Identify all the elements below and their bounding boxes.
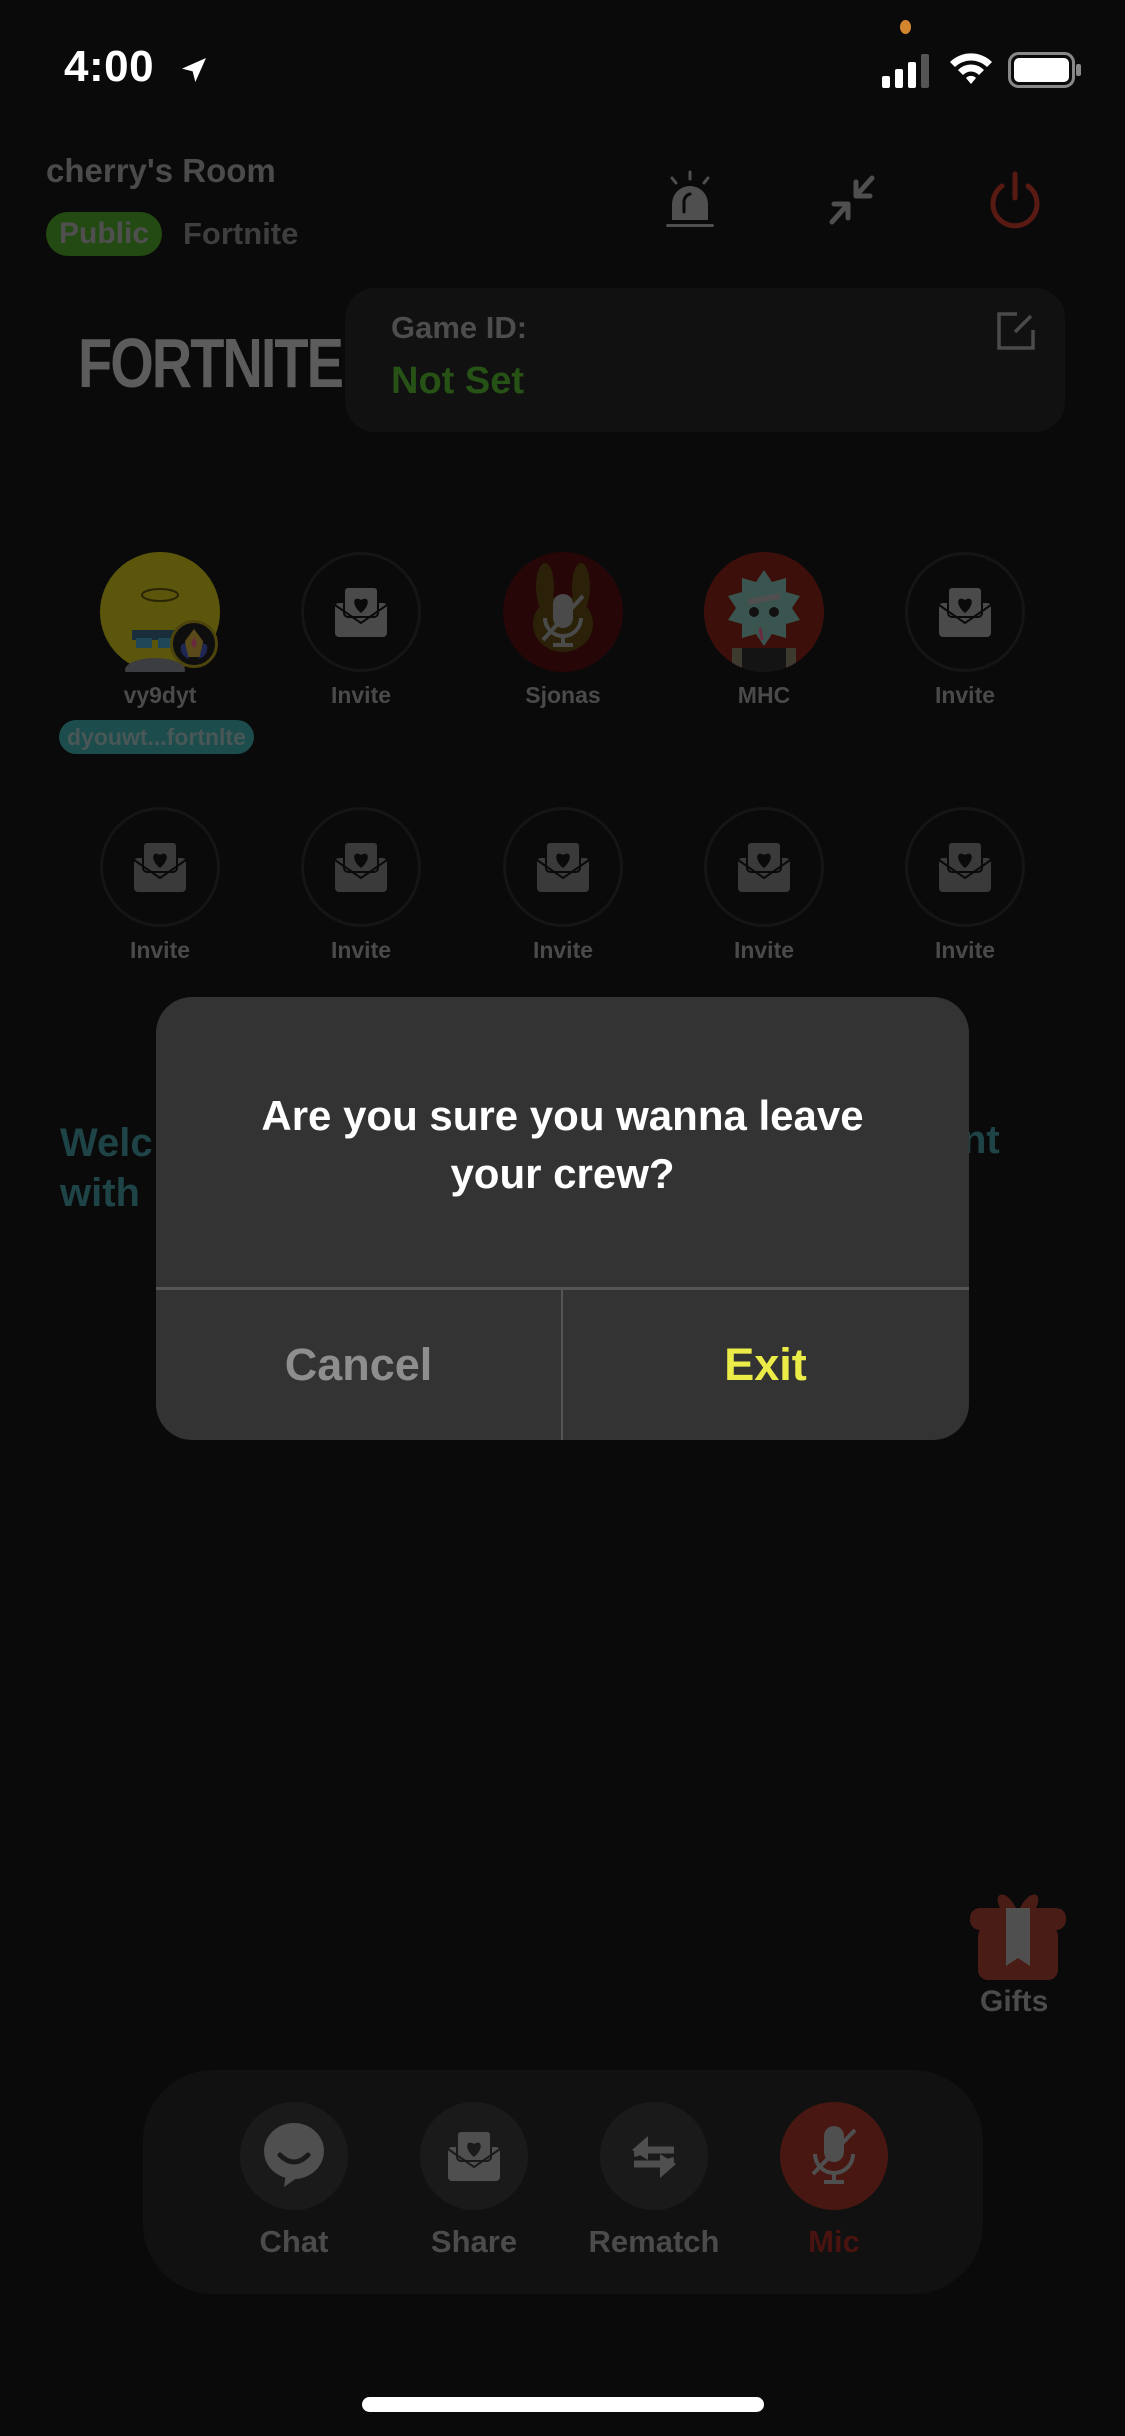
invite-circle [301,807,421,927]
invite-label: Invite [934,937,996,963]
mic-button[interactable]: Mic [764,2102,904,2260]
share-button[interactable]: Share [404,2102,544,2260]
bottom-action-bar: Chat Share Rematch Mic [143,2070,983,2294]
invite-circle [704,807,824,927]
leave-crew-dialog: Are you sure you wanna leave your crew? … [156,997,969,1440]
invite-circle [905,807,1025,927]
invite-label: Invite [532,937,594,963]
invite-label: Invite [129,937,191,963]
invite-slot[interactable]: Invite [885,552,1045,709]
invite-slot[interactable]: Invite [885,807,1045,964]
dialog-message: Are you sure you wanna leave your crew? [261,1092,864,1197]
share-label: Share [430,2224,518,2259]
chat-bubble-icon [264,2123,324,2187]
status-bar: 4:00 [0,0,1125,130]
envelope-heart-icon [133,841,187,892]
member-slot[interactable]: vy9dyt [80,552,240,709]
envelope-heart-icon [334,586,388,637]
bunny-avatar [503,552,623,672]
chat-button[interactable]: Chat [224,2102,364,2260]
invite-circle [905,552,1025,672]
envelope-heart-icon [536,841,590,892]
invite-circle [503,807,623,927]
member-name: vy9dyt [123,682,197,708]
rank-badge-icon [170,620,218,668]
fortnite-logo: FORTNITE [78,323,344,402]
invite-slot[interactable]: Invite [281,807,441,964]
invite-label: Invite [330,937,392,963]
location-arrow-icon [182,58,206,82]
member-slot[interactable]: Sjonas [483,552,643,709]
chat-label: Chat [259,2224,329,2259]
member-name: MHC [737,682,791,708]
battery-icon [1008,52,1081,88]
room-title: cherry's Room [46,152,276,189]
member-tag-badge: dyouwt...fortnlte [59,720,254,754]
swap-arrows-icon [632,2136,676,2178]
game-id-label: Game ID: [391,310,528,345]
envelope-heart-icon [938,586,992,637]
game-id-value: Not Set [391,360,524,402]
minimize-icon[interactable] [822,170,882,230]
envelope-heart-icon [938,841,992,892]
exit-button[interactable]: Exit [563,1290,968,1440]
gifts-label[interactable]: Gifts [980,1985,1048,2019]
cancel-button[interactable]: Cancel [156,1290,561,1440]
wifi-icon [950,53,992,84]
invite-circle [301,552,421,672]
yellow-avatar [100,552,220,672]
alarm-icon[interactable] [660,170,720,230]
power-icon[interactable] [985,170,1045,230]
envelope-heart-icon [737,841,791,892]
privacy-indicator-dot [900,20,911,34]
invite-label: Invite [934,682,996,708]
invite-slot[interactable]: Invite [684,807,844,964]
envelope-heart-icon [447,2130,501,2181]
game-id-card[interactable]: Game ID: Not Set [345,288,1065,432]
welcome-line-2: with [60,1171,140,1215]
envelope-heart-icon [334,841,388,892]
rematch-button[interactable]: Rematch [584,2102,724,2260]
invite-slot[interactable]: Invite [483,807,643,964]
welcome-line-1: Welc [60,1121,153,1165]
visibility-badge: Public [46,212,163,256]
sun-character-avatar [704,552,824,672]
edit-icon[interactable] [995,310,1037,352]
status-time: 4:00 [64,42,155,91]
invite-circle [100,807,220,927]
invite-slot[interactable]: Invite [80,807,240,964]
gift-icon[interactable] [970,1888,1066,1980]
mic-label: Mic [808,2224,860,2259]
member-name: Sjonas [525,682,601,708]
invite-label: Invite [330,682,392,708]
welcome-message: Welc with [60,1118,153,1218]
invite-slot[interactable]: Invite [281,552,441,709]
invite-label: Invite [733,937,795,963]
crew-room-screen: 4:00 cherry's Room Public Fortnite FORTN… [0,0,1125,2436]
rematch-label: Rematch [588,2224,720,2259]
mic-muted-icon [811,2126,857,2184]
cellular-signal-icon [882,54,929,88]
home-indicator[interactable] [362,2397,764,2412]
member-slot[interactable]: MHC [684,552,844,709]
game-tag: Fortnite [183,216,299,251]
